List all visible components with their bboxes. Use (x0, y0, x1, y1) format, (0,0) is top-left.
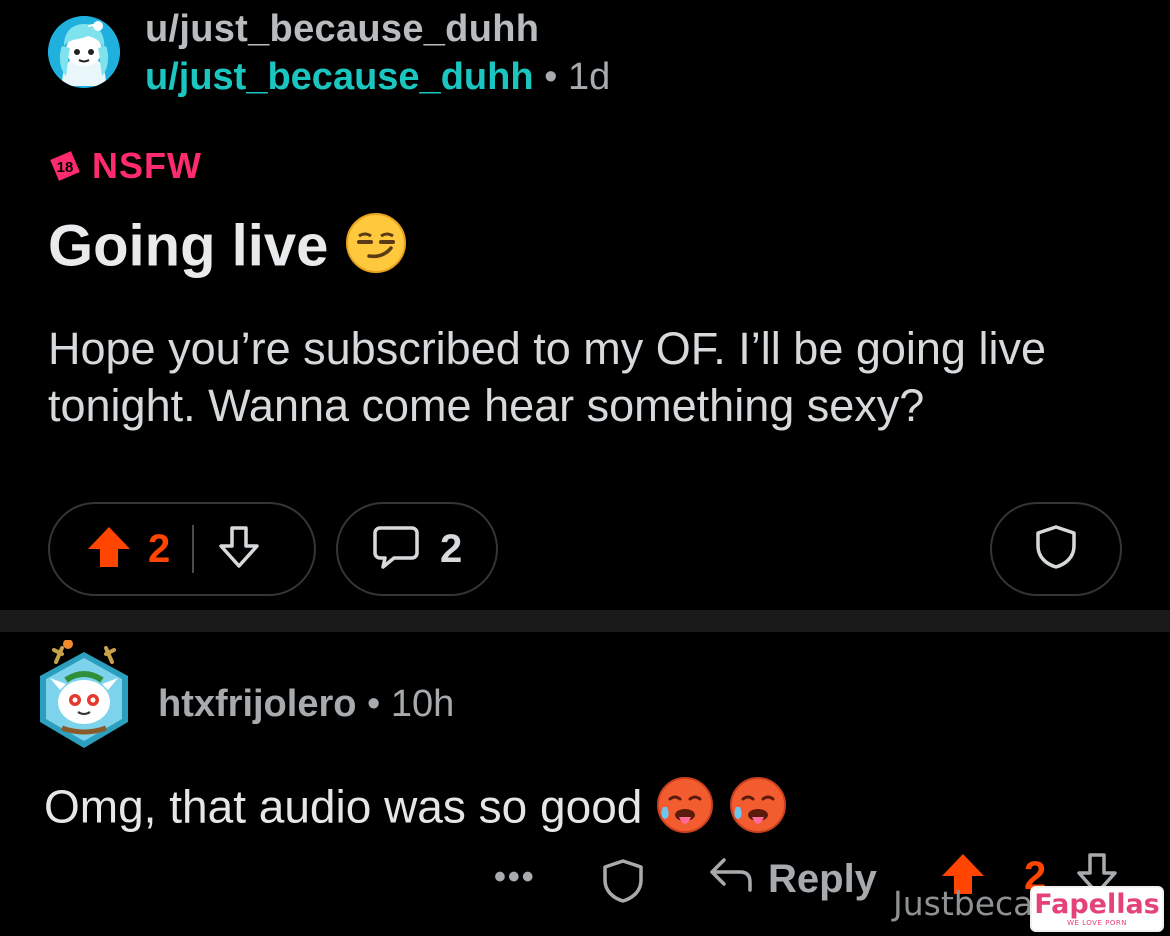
nsfw-tag: 18 NSFW (48, 145, 202, 187)
subreddit-name[interactable]: u/just_because_duhh (145, 8, 539, 51)
post-age: 1d (567, 56, 611, 98)
downvote-arrow-icon[interactable] (216, 525, 262, 574)
section-divider (0, 610, 1170, 632)
shield-icon (600, 858, 646, 909)
vote-bar: 2 (48, 502, 316, 596)
nsfw-18-icon: 18 (50, 151, 80, 181)
watermark-tagline: WE LOVE PORN (1067, 919, 1127, 927)
comment-age: 10h (390, 683, 455, 725)
comment-bubble-icon (372, 524, 420, 575)
comment-body: Omg, that audio was so good (44, 775, 788, 846)
comment-shield-button[interactable] (600, 858, 646, 909)
comment-count: 2 (440, 526, 463, 571)
post-meta: u/just_because_duhh • 1d (145, 56, 610, 99)
shield-icon (1033, 524, 1079, 575)
comments-button[interactable]: 2 (336, 502, 498, 596)
more-options-button[interactable]: ••• (494, 858, 536, 897)
reply-arrow-icon (708, 854, 754, 904)
user-avatar[interactable] (48, 16, 120, 88)
post-body: Hope you’re subscribed to my OF. I’ll be… (48, 323, 1046, 431)
upvote-arrow-icon[interactable] (86, 525, 132, 574)
meta-separator: • (544, 56, 558, 98)
author-link[interactable]: u/just_because_duhh (145, 56, 534, 98)
commenter-avatar[interactable] (36, 639, 132, 752)
comment-author[interactable]: htxfrijolero (158, 683, 356, 725)
upvote-count: 2 (148, 526, 171, 571)
reply-button[interactable]: Reply (708, 854, 877, 904)
watermark-text: Justbeca (893, 884, 1034, 923)
comment-meta: htxfrijolero • 10h (158, 683, 454, 726)
nsfw-label: NSFW (92, 145, 202, 186)
post-title[interactable]: Going live (48, 212, 407, 288)
smirking-face-icon (345, 212, 407, 288)
comment-text: Omg, that audio was so good (44, 780, 643, 833)
watermark-logo: Fapellas WE LOVE PORN (1030, 886, 1164, 932)
mod-shield-button[interactable] (990, 502, 1122, 596)
watermark-brand: Fapellas (1034, 889, 1160, 920)
comment-meta-separator: • (367, 683, 381, 725)
hot-face-icon (655, 775, 715, 846)
svg-text:18: 18 (57, 159, 74, 176)
hot-face-icon (728, 775, 788, 846)
vote-divider (192, 525, 195, 573)
post-title-text: Going live (48, 213, 329, 279)
post-card: u/just_because_duhh u/just_because_duhh … (0, 0, 1170, 610)
reply-label: Reply (768, 856, 877, 901)
